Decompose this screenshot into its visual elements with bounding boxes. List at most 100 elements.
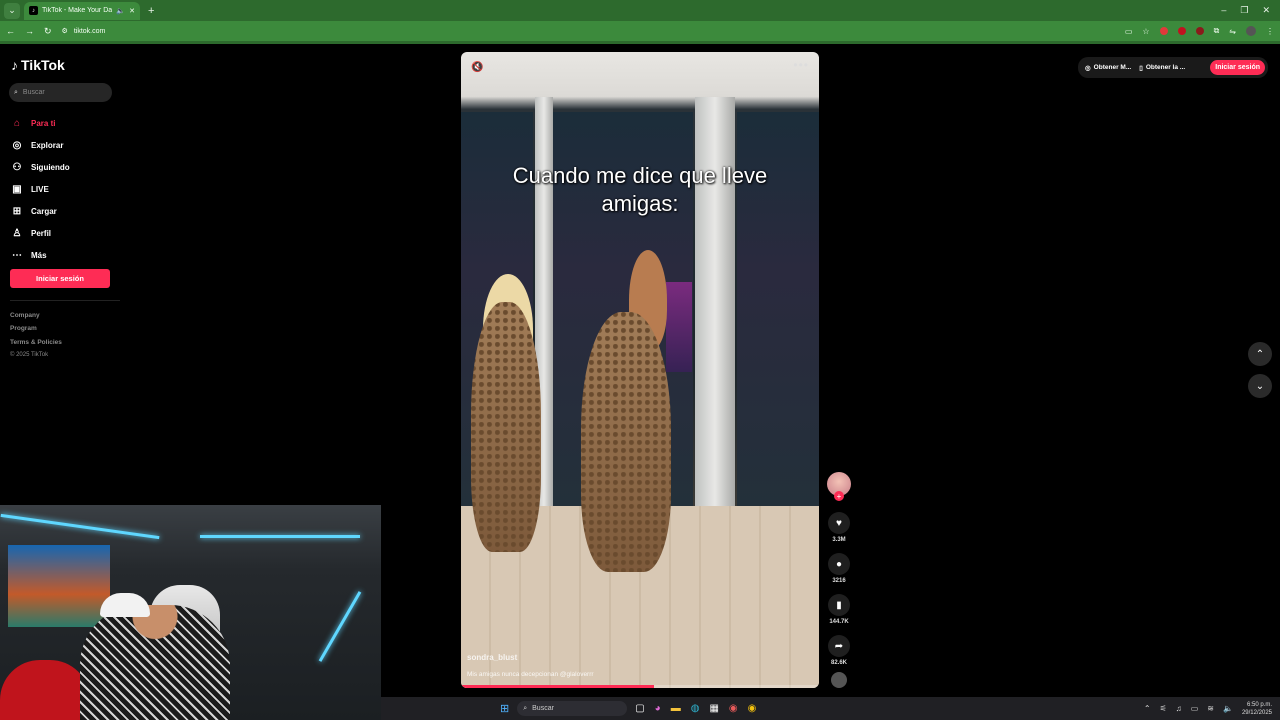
extensions-puzzle-icon[interactable]: ⧉ xyxy=(1214,26,1220,36)
back-icon[interactable]: ← xyxy=(6,26,15,36)
sidebar-item-siguiendo[interactable]: ⚇ Siguiendo xyxy=(11,156,121,178)
file-explorer-icon[interactable]: ▬ xyxy=(671,703,681,714)
video-progress-bar[interactable] xyxy=(461,685,819,688)
url-text: tiktok.com xyxy=(73,27,106,35)
sidebar-item-para-ti[interactable]: ⌂ Para ti xyxy=(11,112,121,134)
install-app-icon[interactable]: ▭ xyxy=(1125,27,1133,36)
streamer-webcam xyxy=(0,505,381,720)
city-lights xyxy=(666,282,692,372)
footer-link-terms[interactable]: Terms & Policies xyxy=(10,336,62,349)
taskbar-search-icon: ⌕ xyxy=(523,704,528,712)
upload-icon: ⊞ xyxy=(12,205,22,217)
next-video-button[interactable]: ⌄ xyxy=(1248,374,1272,398)
get-app-2-button[interactable]: ▯ Obtener la ... xyxy=(1139,64,1185,72)
window-minimize-button[interactable]: – xyxy=(1221,5,1226,16)
music-disc-icon[interactable] xyxy=(831,672,847,688)
window-restore-button[interactable]: ❐ xyxy=(1240,5,1248,16)
dancer-right xyxy=(581,312,671,572)
edge-icon[interactable]: ◍ xyxy=(691,703,700,714)
tray-chevron-up-icon[interactable]: ⌃ xyxy=(1144,704,1151,713)
site-info-icon[interactable]: ⚙ xyxy=(62,27,68,35)
top-login-button[interactable]: Iniciar sesión xyxy=(1210,60,1265,75)
tray-display-icon[interactable]: ▭ xyxy=(1191,704,1199,713)
app-icon: ◎ xyxy=(1085,64,1091,72)
footer-link-program[interactable]: Program xyxy=(10,322,62,335)
start-windows-icon[interactable]: ⊞ xyxy=(500,702,509,715)
sidebar-item-label: Perfil xyxy=(31,228,52,238)
extension-3-icon[interactable] xyxy=(1195,27,1204,35)
share-icon: ➦ xyxy=(834,640,844,652)
tiktok-logo[interactable]: ♪ TikTok xyxy=(11,57,65,73)
sidebar-item-perfil[interactable]: ♙ Perfil xyxy=(11,222,121,244)
task-view-icon[interactable]: ▢ xyxy=(635,703,644,714)
sidebar-item-live[interactable]: ▣ LIVE xyxy=(11,178,121,200)
footer-link-company[interactable]: Company xyxy=(10,309,62,322)
video-overlay-text: Cuando me dice que lleve amigas: xyxy=(461,162,819,218)
browser-tab[interactable]: ♪ TikTok - Make Your Day 🔈 ✕ xyxy=(24,1,140,20)
tray-wifi-icon[interactable]: ≋ xyxy=(1207,704,1214,713)
follow-plus-icon[interactable]: + xyxy=(834,491,844,501)
address-bar[interactable]: ⚙ tiktok.com xyxy=(62,27,106,36)
video-author[interactable]: sondra_blust xyxy=(467,653,517,662)
get-app-2-label: Obtener la ... xyxy=(1145,64,1186,71)
live-icon: ▣ xyxy=(12,183,22,195)
reload-icon[interactable]: ↻ xyxy=(44,26,52,37)
search-icon: ⌕ xyxy=(14,88,18,96)
tab-search-button[interactable]: ⌄ xyxy=(4,2,20,19)
neon-light-2 xyxy=(200,535,360,538)
search-field[interactable]: ⌕ Buscar xyxy=(9,83,112,102)
tab-close-icon[interactable]: ✕ xyxy=(129,7,135,15)
extension-1-icon[interactable] xyxy=(1159,27,1168,35)
browser-profile-avatar[interactable] xyxy=(1246,26,1256,36)
chevron-up-icon: ⌃ xyxy=(1255,348,1265,360)
tray-volume-icon[interactable]: 🔈 xyxy=(1223,704,1233,713)
like-button[interactable]: ♥ xyxy=(828,512,850,534)
save-button[interactable]: ▮ xyxy=(828,594,850,616)
chrome-icon[interactable]: ◉ xyxy=(748,703,757,714)
profile-sync-icon[interactable]: ⇋ xyxy=(1229,27,1236,36)
heart-icon: ♥ xyxy=(836,517,842,529)
new-tab-button[interactable]: + xyxy=(148,5,154,17)
sidebar-item-label: Siguiendo xyxy=(31,162,70,172)
video-description: Mis amigas nunca decepcionan @glaloverrr xyxy=(467,671,594,678)
previous-video-button[interactable]: ⌃ xyxy=(1248,342,1272,366)
taskbar-search[interactable]: ⌕ Buscar xyxy=(517,701,628,716)
neon-light-1 xyxy=(0,513,160,540)
sidebar-item-label: Más xyxy=(31,250,47,260)
forward-icon[interactable]: → xyxy=(25,26,34,36)
taskbar-clock[interactable]: 6:50 p.m. 29/12/2025 xyxy=(1242,701,1272,717)
brand-name: TikTok xyxy=(21,57,65,73)
sidebar-item-mas[interactable]: ⋯ Más xyxy=(11,244,121,266)
sidebar-login-button[interactable]: Iniciar sesión xyxy=(10,269,110,288)
window-close-button[interactable]: ✕ xyxy=(1262,5,1270,16)
tray-mic-icon[interactable]: ♫ xyxy=(1176,704,1182,713)
chevron-down-icon: ⌄ xyxy=(1255,380,1265,392)
sidebar-item-explorar[interactable]: ◎ Explorar xyxy=(11,134,121,156)
adblock-extension-icon[interactable] xyxy=(1177,27,1186,35)
video-options-icon[interactable]: ••• xyxy=(793,58,809,72)
comment-button[interactable]: ● xyxy=(828,553,850,575)
creator-avatar[interactable]: + xyxy=(827,472,851,501)
sidebar-divider xyxy=(10,300,120,301)
app-colorful-icon[interactable]: ◕ xyxy=(655,703,661,714)
dancer-left xyxy=(471,302,541,552)
taskbar-apps: ▢ ◕ ▬ ◍ ▦ ◉ ◉ xyxy=(635,703,756,714)
sidebar-item-label: Explorar xyxy=(31,140,64,150)
browser-menu-icon[interactable]: ⋮ xyxy=(1266,27,1274,36)
bookmark-star-icon[interactable]: ☆ xyxy=(1142,27,1149,36)
mute-icon[interactable]: 🔇 xyxy=(471,62,483,73)
tab-audio-icon[interactable]: 🔈 xyxy=(116,7,125,15)
toolbar-border xyxy=(0,41,1280,44)
sidebar-item-cargar[interactable]: ⊞ Cargar xyxy=(11,200,121,222)
bookmark-icon: ▮ xyxy=(836,599,842,611)
video-player[interactable]: Cuando me dice que lleve amigas: 🔇 ••• s… xyxy=(461,52,819,688)
clock-time: 6:50 p.m. xyxy=(1246,701,1272,708)
tray-network-icon[interactable]: ⚟ xyxy=(1160,704,1167,713)
compass-icon: ◎ xyxy=(12,139,22,151)
store-icon[interactable]: ▦ xyxy=(709,703,718,714)
get-app-1-label: Obtener M... xyxy=(1093,64,1132,71)
share-button[interactable]: ➦ xyxy=(828,635,850,657)
get-app-1-button[interactable]: ◎ Obtener M... xyxy=(1085,64,1131,72)
app-red-icon[interactable]: ◉ xyxy=(729,703,738,714)
sidebar-item-label: LIVE xyxy=(31,184,49,194)
